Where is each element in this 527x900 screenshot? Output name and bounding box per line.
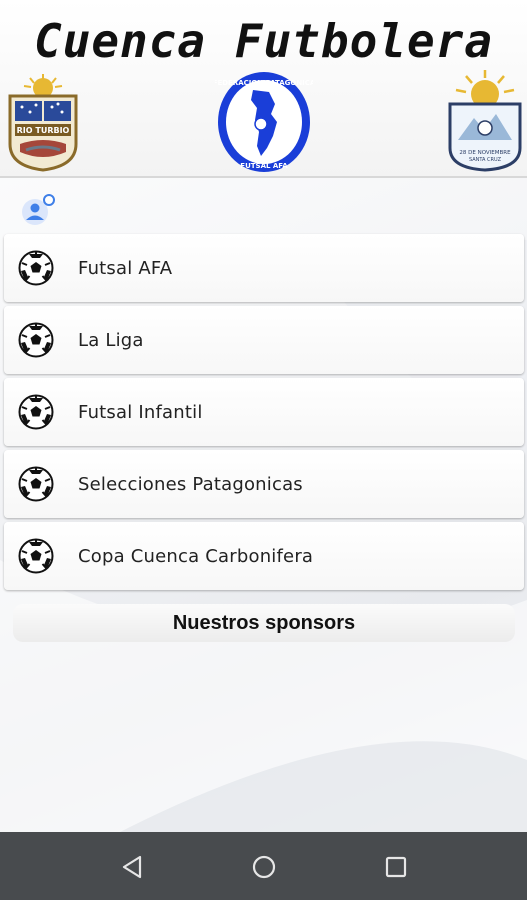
soccer-ball-icon	[18, 394, 54, 430]
soccer-ball-icon	[18, 466, 54, 502]
menu-item-label: Futsal Infantil	[78, 401, 203, 423]
menu-item-copa-cuenca-carbonifera[interactable]: Copa Cuenca Carbonifera	[4, 522, 524, 590]
home-icon[interactable]	[249, 852, 279, 882]
menu-item-la-liga[interactable]: La Liga	[4, 306, 524, 374]
menu-item-label: Selecciones Patagonicas	[78, 473, 303, 495]
menu-item-futsal-infantil[interactable]: Futsal Infantil	[4, 378, 524, 446]
account-icon[interactable]	[22, 194, 56, 226]
recents-icon[interactable]	[381, 852, 411, 882]
menu-item-label: La Liga	[78, 329, 144, 351]
system-navigation-bar	[0, 832, 527, 900]
menu-item-label: Copa Cuenca Carbonifera	[78, 545, 314, 567]
soccer-ball-icon	[18, 322, 54, 358]
rio-turbio-crest-logo: RIO TURBIO	[8, 74, 78, 172]
badge-bottom-text: FUTSAL AFA	[240, 162, 288, 170]
league-menu: Futsal AFA La Liga Futsal Infantil Selec…	[4, 234, 524, 594]
badge-top-text: FEDERACION PATAGONICA	[215, 79, 313, 87]
28-de-noviembre-crest-logo: 28 DE NOVIEMBRE SANTA CRUZ	[448, 70, 522, 172]
rio-turbio-text: RIO TURBIO	[17, 126, 70, 135]
menu-item-futsal-afa[interactable]: Futsal AFA	[4, 234, 524, 302]
menu-item-label: Futsal AFA	[78, 257, 173, 279]
soccer-ball-icon	[18, 250, 54, 286]
back-icon[interactable]	[118, 852, 148, 882]
app-title: Cuenca Futbolera	[33, 14, 494, 68]
soccer-ball-icon	[18, 538, 54, 574]
svg-text:SANTA CRUZ: SANTA CRUZ	[469, 157, 502, 163]
28-de-noviembre-text: 28 DE NOVIEMBRE	[459, 150, 511, 156]
federacion-patagonica-badge-logo: FEDERACION PATAGONICA FUTSAL AFA	[215, 72, 313, 172]
app-header: Cuenca Futbolera RIO TURBIO FEDERACION P…	[0, 0, 527, 178]
sponsors-button[interactable]: Nuestros sponsors	[13, 604, 515, 642]
menu-item-selecciones-patagonicas[interactable]: Selecciones Patagonicas	[4, 450, 524, 518]
